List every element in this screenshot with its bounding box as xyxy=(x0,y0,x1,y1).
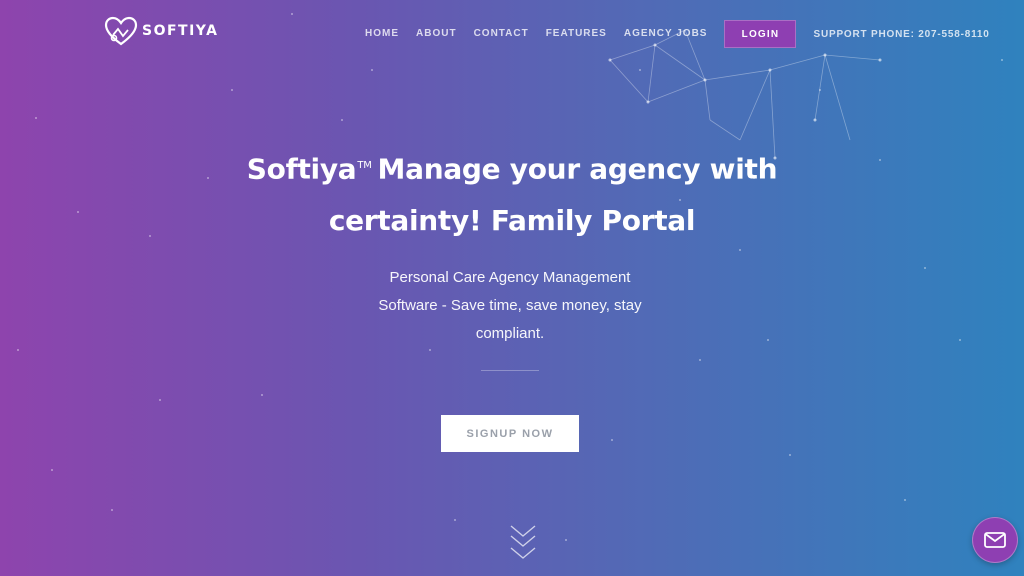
nav-home[interactable]: HOME xyxy=(365,22,399,46)
envelope-icon xyxy=(984,532,1006,548)
nav-agency-jobs[interactable]: AGENCY JOBS xyxy=(624,22,708,46)
chat-button[interactable] xyxy=(972,517,1018,563)
site-header: SOFTIYA HOME ABOUT CONTACT FEATURES AGEN… xyxy=(0,0,1024,64)
nav-features[interactable]: FEATURES xyxy=(546,22,607,46)
signup-button[interactable]: SIGNUP NOW xyxy=(441,415,579,452)
hero-subtitle: Personal Care Agency Management Software… xyxy=(378,269,642,342)
hero-title-rest: Manage your agency with xyxy=(377,152,778,186)
brand-name: SOFTIYA xyxy=(142,23,219,39)
brand-logo[interactable]: SOFTIYA xyxy=(104,16,218,46)
hero-divider xyxy=(481,370,539,371)
nav-contact[interactable]: CONTACT xyxy=(474,22,529,46)
main-nav: HOME ABOUT CONTACT FEATURES AGENCY JOBS … xyxy=(365,20,990,48)
hero-title: SoftiyaTM Manage your agency with certain… xyxy=(0,140,1024,247)
hero-title-line-2: certainty! Family Portal xyxy=(328,204,696,238)
login-button[interactable]: LOGIN xyxy=(724,20,797,48)
heart-logo-icon xyxy=(104,16,138,46)
chevron-down-double-icon[interactable] xyxy=(509,524,537,564)
hero-title-brand: Softiya xyxy=(246,152,357,186)
hero-title-line-1: SoftiyaTM Manage your agency with xyxy=(0,140,1024,195)
support-phone[interactable]: SUPPORT PHONE: 207-558-8110 xyxy=(813,29,989,40)
nav-about[interactable]: ABOUT xyxy=(416,22,457,46)
trademark-symbol: TM xyxy=(357,160,372,171)
